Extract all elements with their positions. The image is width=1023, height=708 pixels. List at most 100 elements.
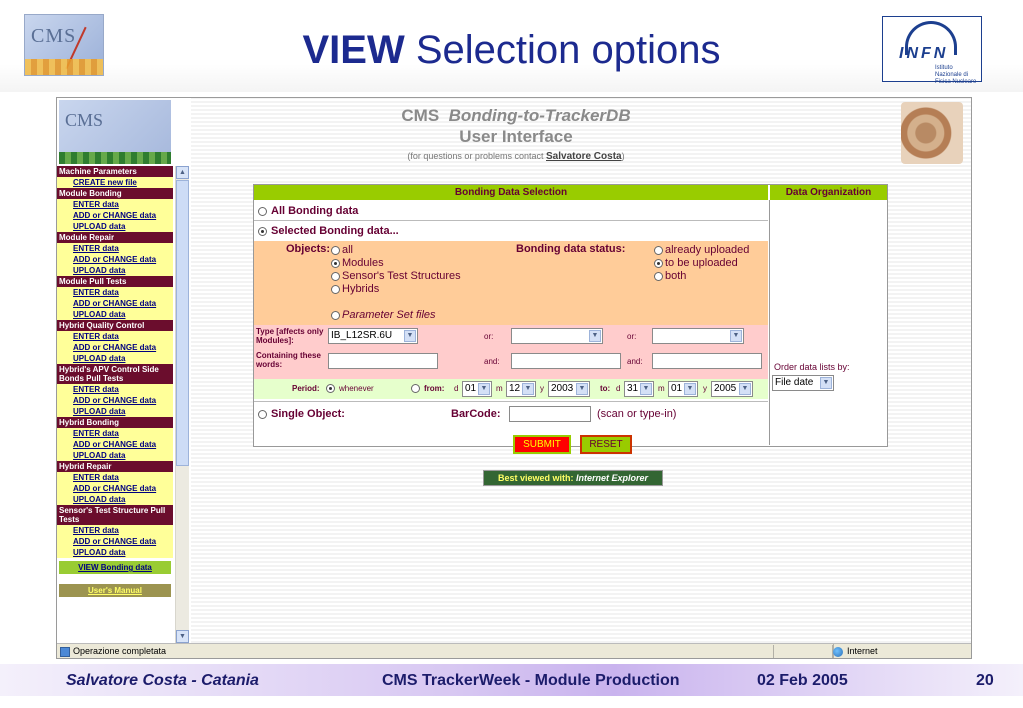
sidebar-item-link[interactable]: CREATE new file: [57, 177, 173, 188]
from-year-select[interactable]: 2003 ▼: [548, 381, 590, 397]
radio-icon[interactable]: [331, 258, 340, 268]
chevron-down-icon[interactable]: ▼: [684, 383, 696, 395]
sidebar-item-link[interactable]: UPLOAD data: [57, 406, 173, 417]
order-label: Order data lists by:: [774, 362, 850, 372]
type-select-2[interactable]: ▼: [511, 328, 603, 344]
sidebar-item-link[interactable]: ADD or CHANGE data: [57, 536, 173, 547]
selection-header: Bonding Data Selection: [254, 185, 768, 200]
chevron-down-icon[interactable]: ▼: [478, 383, 490, 395]
sidebar-item-link[interactable]: ENTER data: [57, 472, 173, 483]
words-input-3[interactable]: [652, 353, 762, 369]
sidebar-item-link[interactable]: ADD or CHANGE data: [57, 254, 173, 265]
chevron-down-icon[interactable]: ▼: [730, 330, 742, 342]
sidebar-scrollbar[interactable]: ▲ ▼: [175, 166, 189, 643]
infn-logo-subtext: Istituto Nazionale di Fisica Nucleare: [935, 65, 977, 85]
order-select[interactable]: File date ▼: [772, 375, 834, 391]
status-option-both[interactable]: both: [654, 270, 686, 283]
object-option-sensor[interactable]: Sensor's Test Structures: [331, 270, 461, 283]
chevron-down-icon[interactable]: ▼: [576, 383, 588, 395]
radio-single-icon[interactable]: [258, 409, 267, 419]
all-data-radio[interactable]: All Bonding data: [258, 202, 358, 221]
sidebar-item-link[interactable]: UPLOAD data: [57, 221, 173, 232]
period-whenever-radio[interactable]: whenever: [326, 379, 374, 399]
sidebar-item-link[interactable]: ENTER data: [57, 199, 173, 210]
single-object-row: Single Object: BarCode: (scan or type-in…: [254, 401, 768, 427]
to-month-select[interactable]: 01 ▼: [668, 381, 698, 397]
status-option-uploaded[interactable]: already uploaded: [654, 244, 749, 257]
radio-icon[interactable]: [331, 271, 340, 281]
single-object-radio[interactable]: Single Object:: [258, 405, 345, 424]
sidebar-item-link[interactable]: ADD or CHANGE data: [57, 298, 173, 309]
sidebar-item-link[interactable]: UPLOAD data: [57, 265, 173, 276]
radio-icon[interactable]: [411, 384, 420, 394]
bonding-photo: [901, 102, 963, 164]
to-month-value: 01: [671, 383, 683, 394]
radio-icon[interactable]: [326, 384, 335, 394]
barcode-input[interactable]: [509, 406, 591, 422]
from-month-select[interactable]: 12 ▼: [506, 381, 536, 397]
object-option-hybrids[interactable]: Hybrids: [331, 283, 379, 296]
selected-data-radio[interactable]: Selected Bonding data...: [258, 222, 399, 241]
sidebar-item-link[interactable]: ENTER data: [57, 287, 173, 298]
sidebar-item-link[interactable]: ENTER data: [57, 525, 173, 536]
page-done-icon: [60, 647, 70, 657]
sidebar-item-link[interactable]: ADD or CHANGE data: [57, 342, 173, 353]
sidebar-item-link[interactable]: ENTER data: [57, 243, 173, 254]
sidebar-item-link[interactable]: UPLOAD data: [57, 353, 173, 364]
chevron-down-icon[interactable]: ▼: [739, 383, 751, 395]
words-input-2[interactable]: [511, 353, 621, 369]
sidebar-item-link[interactable]: UPLOAD data: [57, 450, 173, 461]
main-content: CMS Bonding-to-TrackerDB User Interface …: [191, 98, 971, 643]
radio-icon[interactable]: [331, 284, 340, 294]
radio-icon[interactable]: [331, 245, 340, 255]
period-section: Period: whenever from: d 01 ▼ m 12 ▼ y 200…: [254, 379, 768, 399]
sidebar-item-link[interactable]: UPLOAD data: [57, 494, 173, 505]
sidebar-item-link[interactable]: ENTER data: [57, 428, 173, 439]
sidebar-item-link[interactable]: ENTER data: [57, 384, 173, 395]
sidebar-item-link[interactable]: ADD or CHANGE data: [57, 483, 173, 494]
object-option-parameter-set[interactable]: Parameter Set files: [331, 309, 436, 322]
reset-button[interactable]: RESET: [580, 435, 632, 454]
sidebar-item-link[interactable]: ADD or CHANGE data: [57, 210, 173, 221]
radio-icon[interactable]: [654, 245, 663, 255]
radio-icon[interactable]: [654, 271, 663, 281]
from-day-select[interactable]: 01 ▼: [462, 381, 492, 397]
scroll-up-icon[interactable]: ▲: [176, 166, 189, 179]
selection-panel: Bonding Data Selection Data Organization…: [253, 184, 888, 447]
submit-button[interactable]: SUBMIT: [513, 435, 571, 454]
contact-link[interactable]: Salvatore Costa: [546, 151, 622, 162]
chevron-down-icon[interactable]: ▼: [522, 383, 534, 395]
radio-icon[interactable]: [654, 258, 663, 268]
scroll-down-icon[interactable]: ▼: [176, 630, 189, 643]
to-day-select[interactable]: 31 ▼: [624, 381, 654, 397]
radio-all-icon[interactable]: [258, 206, 267, 216]
filter-section: Type [affects only Modules]: IB_L12SR.6U…: [254, 325, 768, 379]
internet-globe-icon: [833, 647, 843, 657]
chevron-down-icon[interactable]: ▼: [820, 377, 832, 389]
type-select[interactable]: IB_L12SR.6U ▼: [328, 328, 418, 344]
sidebar-item-link[interactable]: UPLOAD data: [57, 547, 173, 558]
sidebar-item-link[interactable]: UPLOAD data: [57, 309, 173, 320]
type-select-3[interactable]: ▼: [652, 328, 744, 344]
sidebar-item-link[interactable]: ENTER data: [57, 331, 173, 342]
sidebar-section-header: Hybrid's APV Control Side Bonds Pull Tes…: [57, 364, 173, 384]
scrollbar-thumb[interactable]: [176, 180, 189, 466]
object-option-modules[interactable]: Modules: [331, 257, 384, 270]
radio-icon[interactable]: [331, 310, 340, 320]
object-option-all[interactable]: all: [331, 244, 353, 257]
sidebar-item-link[interactable]: ADD or CHANGE data: [57, 439, 173, 450]
best-viewed-badge: Best viewed with: Internet Explorer: [483, 470, 663, 486]
chevron-down-icon[interactable]: ▼: [589, 330, 601, 342]
sidebar-item-link[interactable]: ADD or CHANGE data: [57, 395, 173, 406]
to-year-select[interactable]: 2005 ▼: [711, 381, 753, 397]
best-viewed-browser: Internet Explorer: [576, 473, 649, 483]
users-manual-button[interactable]: User's Manual: [59, 584, 171, 597]
footer-author: Salvatore Costa - Catania: [66, 672, 259, 689]
period-from-radio[interactable]: from:: [411, 379, 444, 399]
chevron-down-icon[interactable]: ▼: [640, 383, 652, 395]
radio-selected-icon[interactable]: [258, 226, 267, 236]
view-bonding-data-button[interactable]: VIEW Bonding data: [59, 561, 171, 574]
chevron-down-icon[interactable]: ▼: [404, 330, 416, 342]
status-option-to-upload[interactable]: to be uploaded: [654, 257, 738, 270]
words-input-1[interactable]: [328, 353, 438, 369]
